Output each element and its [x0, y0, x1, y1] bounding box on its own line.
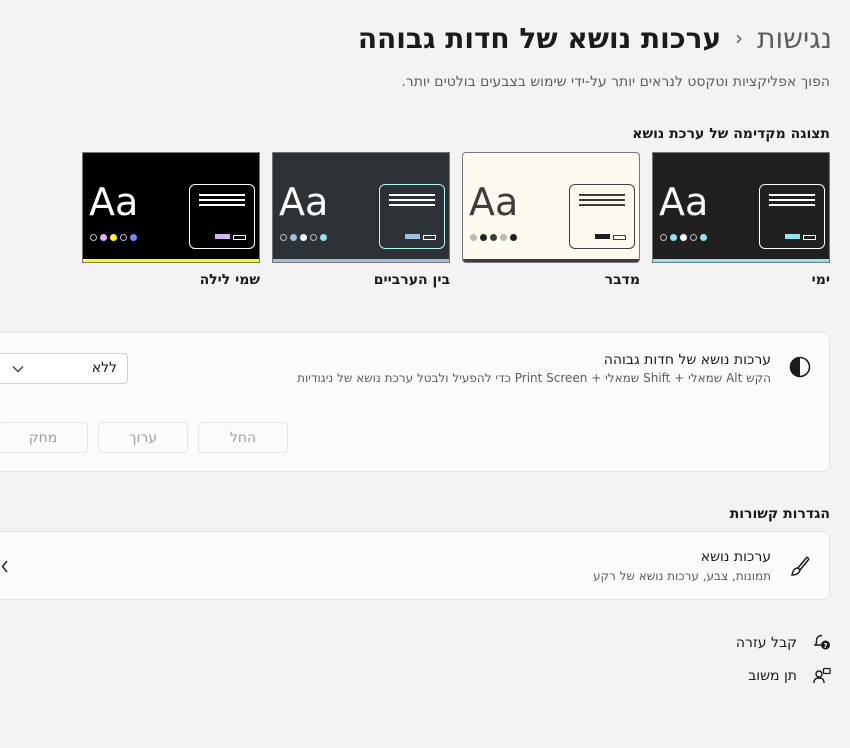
paintbrush-icon: [791, 556, 810, 576]
window-text-line: [389, 204, 435, 206]
window-text-line: [199, 204, 245, 206]
chevron-right-icon: [1, 560, 8, 573]
color-dot: [280, 234, 287, 241]
breadcrumb: נגישות › ערכות נושא של חדות גבוהה: [358, 14, 832, 62]
delete-button[interactable]: מחק: [0, 422, 88, 453]
color-dot: [90, 234, 97, 241]
theme-color-dots: [90, 234, 137, 241]
window-text-line: [579, 204, 625, 206]
theme-base-stripe: [83, 259, 259, 262]
theme-base-stripe: [273, 259, 449, 262]
theme-sample-text: Aa: [469, 180, 519, 224]
theme-name-label: ימי: [811, 272, 830, 288]
theme-sample-text: Aa: [659, 180, 709, 224]
contrast-setting-title: ערכות נושא של חדות גבוהה: [603, 352, 771, 368]
theme-card[interactable]: Aa: [82, 152, 260, 263]
theme-color-dots: [470, 234, 517, 241]
window-outline-button: [613, 235, 626, 240]
theme-base-stripe: [653, 259, 829, 262]
window-accent-button: [595, 234, 610, 239]
color-dot: [700, 234, 707, 241]
svg-text:?: ?: [823, 642, 827, 650]
theme-name-label: בין הערביים: [373, 272, 450, 288]
window-text-line: [579, 194, 625, 196]
breadcrumb-parent-accessibility[interactable]: נגישות: [757, 22, 832, 55]
color-dot: [120, 234, 127, 241]
window-outline-button: [803, 235, 816, 240]
edit-button[interactable]: ערוך: [98, 422, 188, 453]
theme-color-dots: [660, 234, 707, 241]
theme-base-stripe: [463, 259, 639, 262]
page-description: הפוך אפליקציות וטקסט לנראים יותר על-ידי …: [401, 74, 830, 90]
color-dot: [130, 234, 137, 241]
color-dot: [320, 234, 327, 241]
theme-name-label: שמי לילה: [199, 272, 260, 288]
theme-window-preview: [759, 184, 825, 249]
color-dot: [500, 234, 507, 241]
window-text-line: [199, 194, 245, 196]
preview-section-title: תצוגה מקדימה של ערכת נושא: [632, 126, 830, 142]
contrast-theme-select[interactable]: ללא: [0, 353, 128, 384]
give-feedback-link[interactable]: תן משוב: [748, 668, 797, 684]
window-outline-button: [423, 235, 436, 240]
color-dot: [690, 234, 697, 241]
window-text-line: [389, 199, 435, 201]
help-icon: ?: [813, 634, 830, 650]
color-dot: [510, 234, 517, 241]
color-dot: [100, 234, 107, 241]
theme-window-preview: [379, 184, 445, 249]
theme-sample-text: Aa: [89, 180, 139, 224]
theme-sample-text: Aa: [279, 180, 329, 224]
window-text-line: [389, 194, 435, 196]
window-accent-button: [785, 234, 800, 239]
color-dot: [290, 234, 297, 241]
theme-card[interactable]: Aa: [652, 152, 830, 263]
window-accent-button: [215, 234, 230, 239]
theme-card[interactable]: Aa: [272, 152, 450, 263]
window-text-line: [579, 199, 625, 201]
chevron-down-icon: [12, 366, 24, 373]
color-dot: [490, 234, 497, 241]
window-text-line: [769, 199, 815, 201]
color-dot: [480, 234, 487, 241]
apply-button[interactable]: החל: [198, 422, 288, 453]
window-outline-button: [233, 235, 246, 240]
related-settings-title: הגדרות קשורות: [729, 506, 830, 522]
window-text-line: [769, 204, 815, 206]
contrast-theme-select-value: ללא: [91, 360, 117, 376]
theme-window-preview: [569, 184, 635, 249]
color-dot: [670, 234, 677, 241]
color-dot: [300, 234, 307, 241]
breadcrumb-chevron-icon: ›: [735, 26, 744, 50]
color-dot: [470, 234, 477, 241]
color-dot: [660, 234, 667, 241]
page-title: ערכות נושא של חדות גבוהה: [357, 21, 722, 55]
settings-page: { "breadcrumb": { "parent": "נגישות", "s…: [0, 0, 850, 748]
color-dot: [310, 234, 317, 241]
window-text-line: [769, 194, 815, 196]
get-help-link[interactable]: קבל עזרה: [736, 635, 797, 651]
themes-link-row[interactable]: ערכות נושא תמונות, צבע, ערכות נושא של רק…: [0, 531, 830, 600]
theme-name-label: מדבר: [604, 272, 640, 288]
color-dot: [680, 234, 687, 241]
window-text-line: [199, 199, 245, 201]
color-dot: [110, 234, 117, 241]
contrast-setting-subtitle: הקש Alt שמאלי + Shift שמאלי + Print Scre…: [297, 371, 771, 385]
theme-color-dots: [280, 234, 327, 241]
contrast-icon: [789, 356, 811, 378]
contrast-themes-panel: ערכות נושא של חדות גבוהה הקש Alt שמאלי +…: [0, 332, 830, 472]
themes-link-title: ערכות נושא: [700, 549, 771, 565]
feedback-icon: [813, 667, 831, 684]
theme-card[interactable]: Aa: [462, 152, 640, 263]
window-accent-button: [405, 234, 420, 239]
theme-window-preview: [189, 184, 255, 249]
themes-link-subtitle: תמונות, צבע, ערכות נושא של רקע: [592, 569, 771, 583]
